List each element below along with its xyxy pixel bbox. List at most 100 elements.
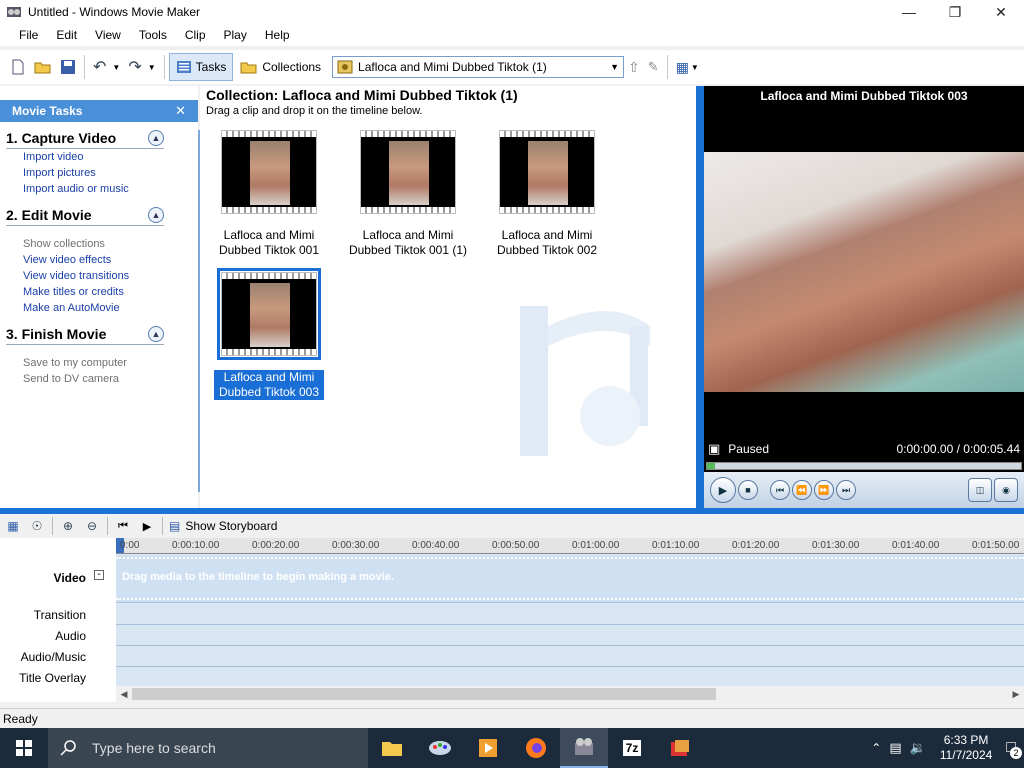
notification-center-icon[interactable]: □2: [1006, 739, 1022, 759]
task-link-import-pictures[interactable]: Import pictures: [6, 165, 192, 181]
volume-icon[interactable]: 🔉: [910, 740, 926, 756]
forward-button[interactable]: ⏩: [814, 480, 834, 500]
start-button[interactable]: [0, 728, 48, 768]
collapse-icon[interactable]: ▲: [148, 130, 164, 146]
audio-music-track[interactable]: [116, 646, 1024, 667]
undo-icon: ↶: [93, 59, 107, 76]
task-link-automovie[interactable]: Make an AutoMovie: [6, 300, 192, 316]
take-picture-button[interactable]: ◉: [994, 478, 1018, 502]
undo-button[interactable]: ↶ ▼: [89, 53, 124, 81]
fullscreen-icon[interactable]: ▣: [708, 441, 720, 457]
network-icon[interactable]: ▤: [889, 740, 901, 756]
close-tasks-icon[interactable]: ✕: [175, 103, 186, 119]
taskbar-file-explorer[interactable]: [368, 728, 416, 768]
menu-file[interactable]: File: [10, 28, 47, 42]
timeline-ruler[interactable]: 0:00 0:00:10.00 0:00:20.00 0:00:30.00 0:…: [116, 538, 1024, 554]
pane-splitter-vertical[interactable]: [696, 86, 704, 508]
redo-button[interactable]: ↷ ▼: [124, 53, 159, 81]
clip-thumbnail[interactable]: Lafloca and Mimi Dubbed Tiktok 001: [214, 130, 324, 258]
close-button[interactable]: ✕: [978, 0, 1024, 24]
task-section-header[interactable]: 2. Edit Movie ▲: [6, 207, 164, 226]
thumbnails-view-icon: ▦: [675, 58, 689, 75]
audio-track[interactable]: [116, 625, 1024, 646]
set-audio-levels-button[interactable]: ▦: [4, 517, 22, 535]
new-collection-folder-button[interactable]: ✎: [644, 53, 663, 81]
chevron-down-icon: ▼: [112, 62, 121, 72]
taskbar-7zip[interactable]: 7z: [608, 728, 656, 768]
menu-help[interactable]: Help: [256, 28, 299, 42]
status-bar: Ready: [0, 708, 1024, 728]
playback-time: 0:00:00.00 / 0:00:05.44: [896, 442, 1020, 456]
menu-view[interactable]: View: [86, 28, 130, 42]
zoom-in-button[interactable]: ⊕: [59, 517, 77, 535]
open-project-button[interactable]: [30, 53, 56, 81]
movie-tasks-title: Movie Tasks: [12, 104, 83, 118]
collections-toggle-button[interactable]: Collections: [233, 53, 328, 81]
track-dash-top: [116, 557, 1024, 559]
split-clip-button[interactable]: ◫: [968, 478, 992, 502]
stop-button[interactable]: ■: [738, 480, 758, 500]
task-link-video-transitions[interactable]: View video transitions: [6, 268, 192, 284]
stop-icon: ■: [745, 485, 751, 495]
play-button[interactable]: ▶: [710, 477, 736, 503]
timeline-area[interactable]: 0:00 0:00:10.00 0:00:20.00 0:00:30.00 0:…: [116, 538, 1024, 688]
seek-bar[interactable]: [706, 462, 1022, 470]
up-one-level-button[interactable]: ⇧: [624, 53, 644, 81]
menu-clip[interactable]: Clip: [176, 28, 215, 42]
timeline-scrollbar[interactable]: ◀ ▶: [116, 686, 1024, 702]
task-section-header[interactable]: 1. Capture Video ▲: [6, 130, 164, 149]
scroll-left-icon[interactable]: ◀: [116, 689, 132, 700]
7zip-icon: 7z: [622, 740, 642, 756]
show-storyboard-label: Show Storyboard: [185, 519, 278, 533]
taskbar-clock[interactable]: 6:33 PM 11/7/2024: [934, 733, 999, 763]
track-label-video: Video: [53, 571, 86, 585]
new-project-button[interactable]: [6, 53, 30, 81]
play-timeline-button[interactable]: ▶: [138, 517, 156, 535]
taskbar-video-editor[interactable]: [656, 728, 704, 768]
expand-video-track-icon[interactable]: -: [94, 570, 104, 580]
taskbar-search-box[interactable]: Type here to search: [48, 728, 368, 768]
taskbar-movie-maker[interactable]: [560, 728, 608, 768]
collapse-icon[interactable]: ▲: [148, 207, 164, 223]
taskbar-media-player[interactable]: [464, 728, 512, 768]
collection-dropdown[interactable]: Lafloca and Mimi Dubbed Tiktok (1) ▼: [332, 56, 625, 78]
rewind-button[interactable]: ⏪: [792, 480, 812, 500]
taskbar-paint[interactable]: [416, 728, 464, 768]
rewind-timeline-button[interactable]: ⏮: [114, 517, 132, 535]
media-player-icon: [479, 739, 497, 757]
scroll-right-icon[interactable]: ▶: [1008, 689, 1024, 700]
clip-thumbnail-selected[interactable]: Lafloca and Mimi Dubbed Tiktok 003: [214, 268, 324, 400]
next-frame-button[interactable]: ⏭: [836, 480, 856, 500]
task-section-header[interactable]: 3. Finish Movie ▲: [6, 326, 164, 345]
task-link-video-effects[interactable]: View video effects: [6, 252, 192, 268]
maximize-button[interactable]: ❐: [932, 0, 978, 24]
taskbar-firefox[interactable]: [512, 728, 560, 768]
views-button[interactable]: ▦ ▼: [672, 53, 703, 81]
task-section-finish: 3. Finish Movie ▲ Save to my computer Se…: [0, 326, 198, 387]
menu-edit[interactable]: Edit: [47, 28, 86, 42]
scrollbar-thumb[interactable]: [132, 688, 716, 700]
clip-thumbnail[interactable]: Lafloca and Mimi Dubbed Tiktok 002: [492, 130, 602, 258]
new-file-icon: [12, 59, 24, 75]
save-project-button[interactable]: [56, 53, 80, 81]
video-track[interactable]: Drag media to the timeline to begin maki…: [116, 555, 1024, 603]
show-storyboard-button[interactable]: ▤ Show Storyboard: [169, 519, 277, 533]
tasks-toggle-button[interactable]: Tasks: [168, 53, 234, 81]
clip-thumbnail[interactable]: Lafloca and Mimi Dubbed Tiktok 001 (1): [348, 130, 468, 258]
chevron-up-icon[interactable]: ⌃: [871, 741, 881, 755]
task-link-import-video[interactable]: Import video: [6, 149, 192, 165]
toolbar-separator: [666, 55, 668, 79]
collapse-icon[interactable]: ▲: [148, 326, 164, 342]
task-link-titles-credits[interactable]: Make titles or credits: [6, 284, 192, 300]
transition-track[interactable]: [116, 604, 1024, 625]
previous-frame-button[interactable]: ⏮: [770, 480, 790, 500]
ruler-tick: 0:00:40.00: [412, 540, 460, 551]
tasks-label: Tasks: [195, 60, 227, 74]
task-link-import-audio[interactable]: Import audio or music: [6, 181, 192, 197]
narrate-timeline-button[interactable]: ☉: [28, 517, 46, 535]
menu-play[interactable]: Play: [215, 28, 256, 42]
minimize-button[interactable]: —: [886, 0, 932, 24]
zoom-out-button[interactable]: ⊖: [83, 517, 101, 535]
menu-tools[interactable]: Tools: [130, 28, 176, 42]
title-overlay-track[interactable]: [116, 667, 1024, 688]
